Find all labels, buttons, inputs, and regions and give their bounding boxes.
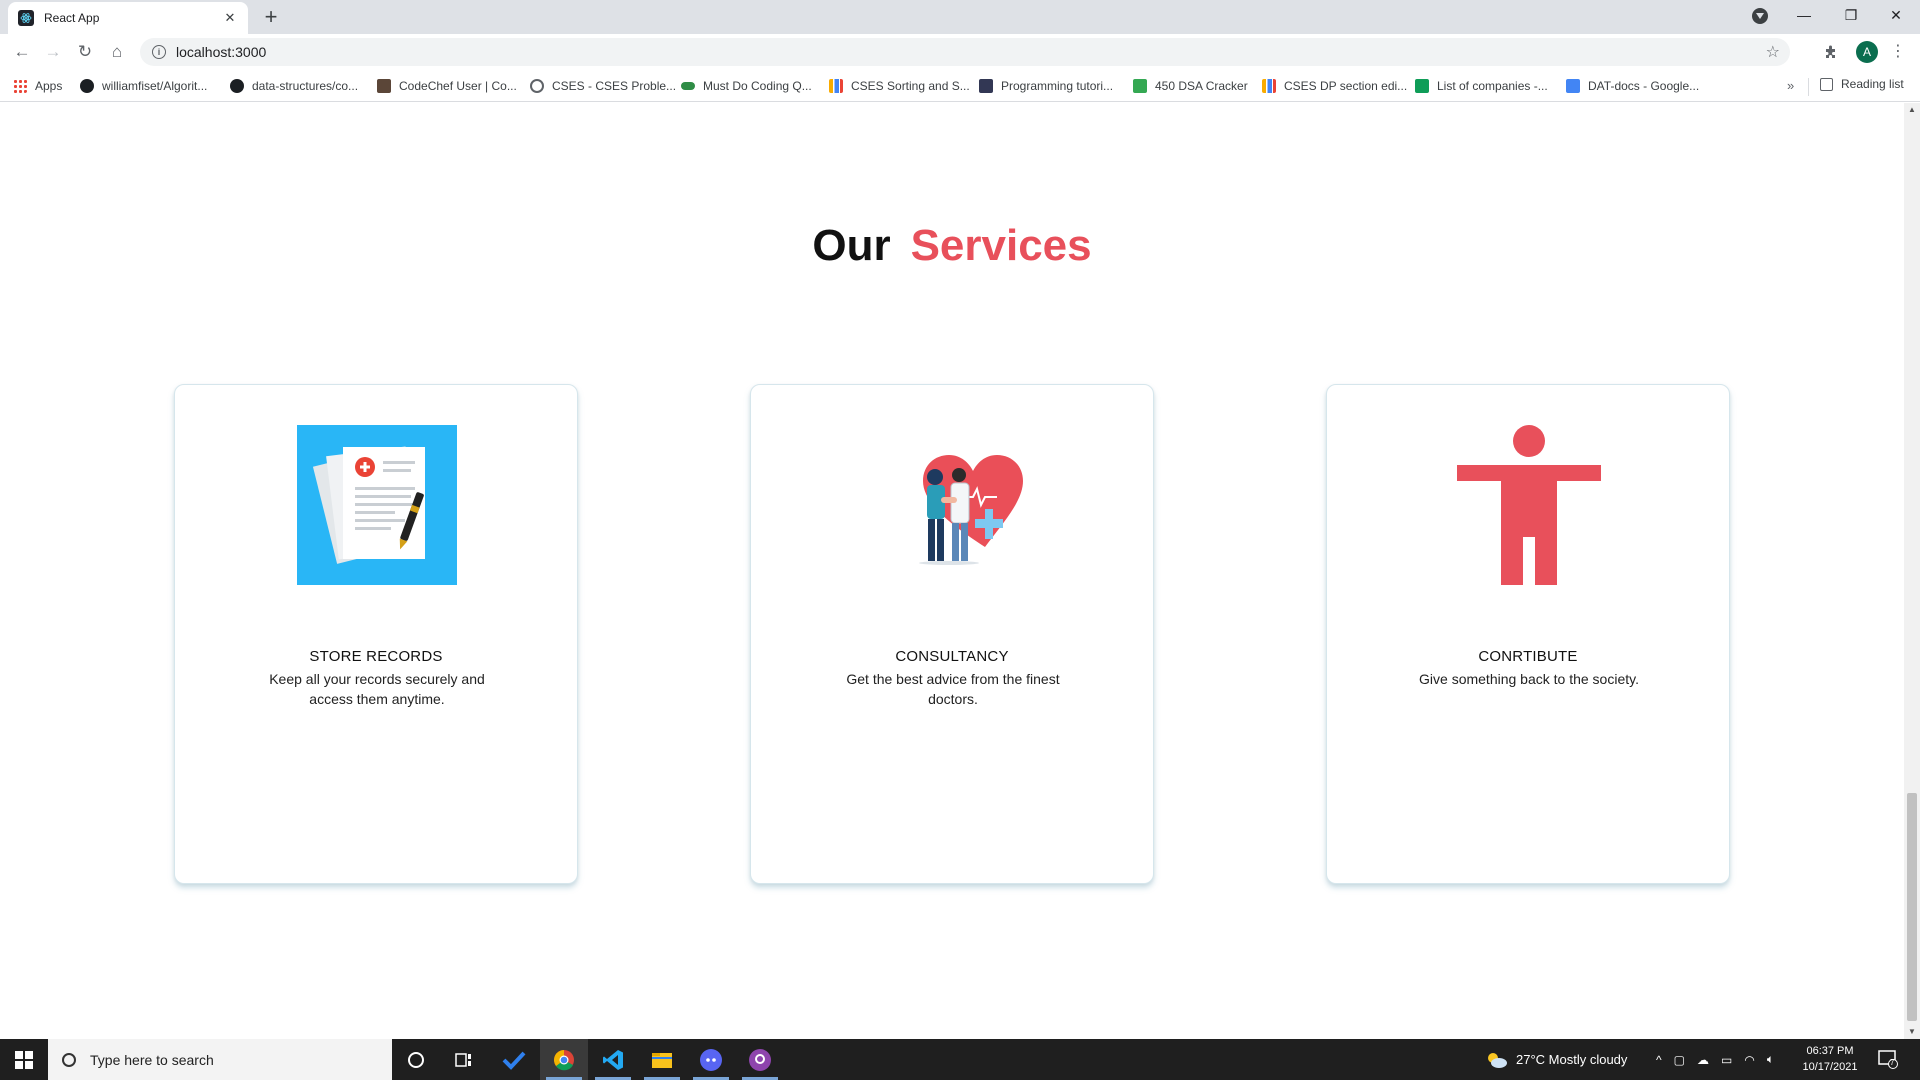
- weather-text: 27°C Mostly cloudy: [1516, 1052, 1628, 1067]
- notification-count: 7: [1890, 1058, 1895, 1067]
- site-info-icon[interactable]: i: [152, 45, 166, 59]
- weather-widget[interactable]: 27°C Mostly cloudy: [1486, 1039, 1627, 1080]
- todo-check-icon[interactable]: [490, 1039, 538, 1080]
- system-clock[interactable]: 06:37 PM 10/17/2021: [1790, 1043, 1870, 1075]
- cortana-icon[interactable]: [392, 1039, 440, 1080]
- heading-word-our: Our: [812, 221, 891, 270]
- scroll-up-arrow-icon[interactable]: ▲: [1904, 103, 1920, 117]
- home-icon[interactable]: ⌂: [105, 40, 129, 64]
- person-contribute-icon: [1449, 425, 1609, 585]
- back-arrow-icon[interactable]: ←: [10, 40, 34, 64]
- close-tab-icon[interactable]: ✕: [222, 10, 238, 26]
- chart-icon: [829, 79, 843, 93]
- vscode-icon[interactable]: [589, 1039, 637, 1080]
- medical-records-icon: [297, 425, 457, 585]
- github-icon: [80, 79, 94, 93]
- forward-arrow-icon[interactable]: →: [41, 40, 65, 64]
- minimize-icon[interactable]: —: [1782, 0, 1826, 30]
- clock-time: 06:37 PM: [1806, 1045, 1854, 1057]
- divider: [1808, 78, 1809, 96]
- bookmark-item[interactable]: Must Do Coding Q...: [681, 77, 812, 95]
- four-icon: [1133, 79, 1147, 93]
- gfg-icon: [681, 82, 695, 90]
- search-icon: [62, 1052, 76, 1067]
- bookmark-item[interactable]: CSES - CSES Proble...: [530, 77, 676, 95]
- service-card-contribute[interactable]: CONRTIBUTE Give something back to the so…: [1326, 384, 1730, 884]
- docs-icon: [1566, 79, 1580, 93]
- bookmark-item[interactable]: williamfiset/Algorit...: [80, 77, 207, 95]
- browser-tab[interactable]: React App ✕: [8, 2, 248, 34]
- volume-icon[interactable]: 🔈︎: [1767, 1052, 1774, 1067]
- notification-center-icon[interactable]: 7: [1878, 1049, 1898, 1069]
- bookmark-apps[interactable]: Apps: [13, 77, 62, 95]
- device-icon[interactable]: ▢: [1674, 1053, 1685, 1067]
- service-card-consultancy[interactable]: CONSULTANCY Get the best advice from the…: [750, 384, 1154, 884]
- react-icon: [18, 10, 34, 26]
- more-bookmarks-icon[interactable]: »: [1787, 78, 1794, 93]
- discord-icon[interactable]: [687, 1039, 735, 1080]
- cloudy-weather-icon: [1488, 1052, 1507, 1068]
- task-view-icon[interactable]: [440, 1039, 488, 1080]
- tab-search-icon[interactable]: [1752, 8, 1768, 24]
- scrollbar-thumb[interactable]: [1907, 793, 1917, 1021]
- card-title: STORE RECORDS: [309, 648, 443, 665]
- globe-icon: [530, 79, 544, 93]
- doctor-consultation-icon: [873, 425, 1033, 585]
- cloud-icon[interactable]: ☁: [1697, 1053, 1709, 1067]
- file-explorer-icon[interactable]: [638, 1039, 686, 1080]
- chart-icon: [1262, 79, 1276, 93]
- card-title: CONRTIBUTE: [1478, 648, 1578, 665]
- bookmark-item[interactable]: Programming tutori...: [979, 77, 1113, 95]
- windows-taskbar: Type here to search 27°C Mostly cloudy ^…: [0, 1039, 1920, 1080]
- bookmark-item[interactable]: List of companies -...: [1415, 77, 1548, 95]
- bookmark-item[interactable]: data-structures/co...: [230, 77, 358, 95]
- wifi-icon[interactable]: ◠: [1744, 1053, 1754, 1067]
- page-viewport: Our Services STORE RECORDS Keep all your…: [0, 103, 1904, 1039]
- show-hidden-icons-chevron-icon[interactable]: ^: [1656, 1053, 1662, 1067]
- bookmark-star-icon[interactable]: ☆: [1766, 42, 1780, 62]
- service-card-store-records[interactable]: STORE RECORDS Keep all your records secu…: [174, 384, 578, 884]
- heading-word-services: Services: [910, 221, 1092, 270]
- github-icon: [230, 79, 244, 93]
- bookmark-item[interactable]: CSES DP section edi...: [1262, 77, 1407, 95]
- github-desktop-icon[interactable]: [736, 1039, 784, 1080]
- reading-list-button[interactable]: Reading list: [1820, 77, 1904, 91]
- windows-start-icon[interactable]: [0, 1039, 48, 1080]
- card-title: CONSULTANCY: [895, 648, 1009, 665]
- reading-list-icon: [1820, 77, 1833, 91]
- scroll-down-arrow-icon[interactable]: ▼: [1904, 1025, 1920, 1039]
- profile-avatar[interactable]: A: [1856, 41, 1878, 63]
- bookmark-item[interactable]: CSES Sorting and S...: [829, 77, 970, 95]
- new-tab-button[interactable]: +: [258, 4, 284, 30]
- services-heading: Our Services: [0, 221, 1904, 271]
- address-bar[interactable]: i localhost:3000 ☆: [140, 38, 1790, 66]
- tab-title: React App: [44, 11, 100, 25]
- taskbar-search-box[interactable]: Type here to search: [48, 1039, 392, 1080]
- browser-toolbar: ← → ↻ ⌂ i localhost:3000 ☆ A ⋮: [0, 34, 1920, 70]
- chrome-icon[interactable]: [540, 1039, 588, 1080]
- bookmark-item[interactable]: 450 DSA Cracker: [1133, 77, 1248, 95]
- extensions-puzzle-icon[interactable]: [1824, 44, 1840, 60]
- codechef-icon: [377, 79, 391, 93]
- close-window-icon[interactable]: ✕: [1874, 0, 1918, 30]
- sheets-icon: [1415, 79, 1429, 93]
- bookmark-item[interactable]: CodeChef User | Co...: [377, 77, 517, 95]
- battery-icon[interactable]: ▭: [1721, 1053, 1732, 1067]
- system-tray: ^ ▢ ☁ ▭ ◠ 🔈︎: [1656, 1039, 1774, 1080]
- reload-icon[interactable]: ↻: [73, 40, 97, 64]
- url-text[interactable]: localhost:3000: [176, 44, 1766, 60]
- search-placeholder: Type here to search: [90, 1051, 214, 1068]
- clock-date: 10/17/2021: [1802, 1061, 1858, 1073]
- hackerearth-icon: [979, 79, 993, 93]
- card-description: Give something back to the society.: [1419, 671, 1639, 687]
- browser-menu-icon[interactable]: ⋮: [1890, 42, 1906, 62]
- apps-grid-icon: [13, 79, 27, 93]
- card-description: Keep all your records securely and acces…: [269, 671, 485, 707]
- restore-icon[interactable]: ❐: [1829, 0, 1873, 30]
- bookmarks-bar: Apps williamfiset/Algorit... data-struct…: [0, 70, 1920, 102]
- card-description: Get the best advice from the finest doct…: [846, 671, 1060, 707]
- bookmark-item[interactable]: DAT-docs - Google...: [1566, 77, 1699, 95]
- tab-strip: React App ✕ + — ❐ ✕: [0, 0, 1920, 34]
